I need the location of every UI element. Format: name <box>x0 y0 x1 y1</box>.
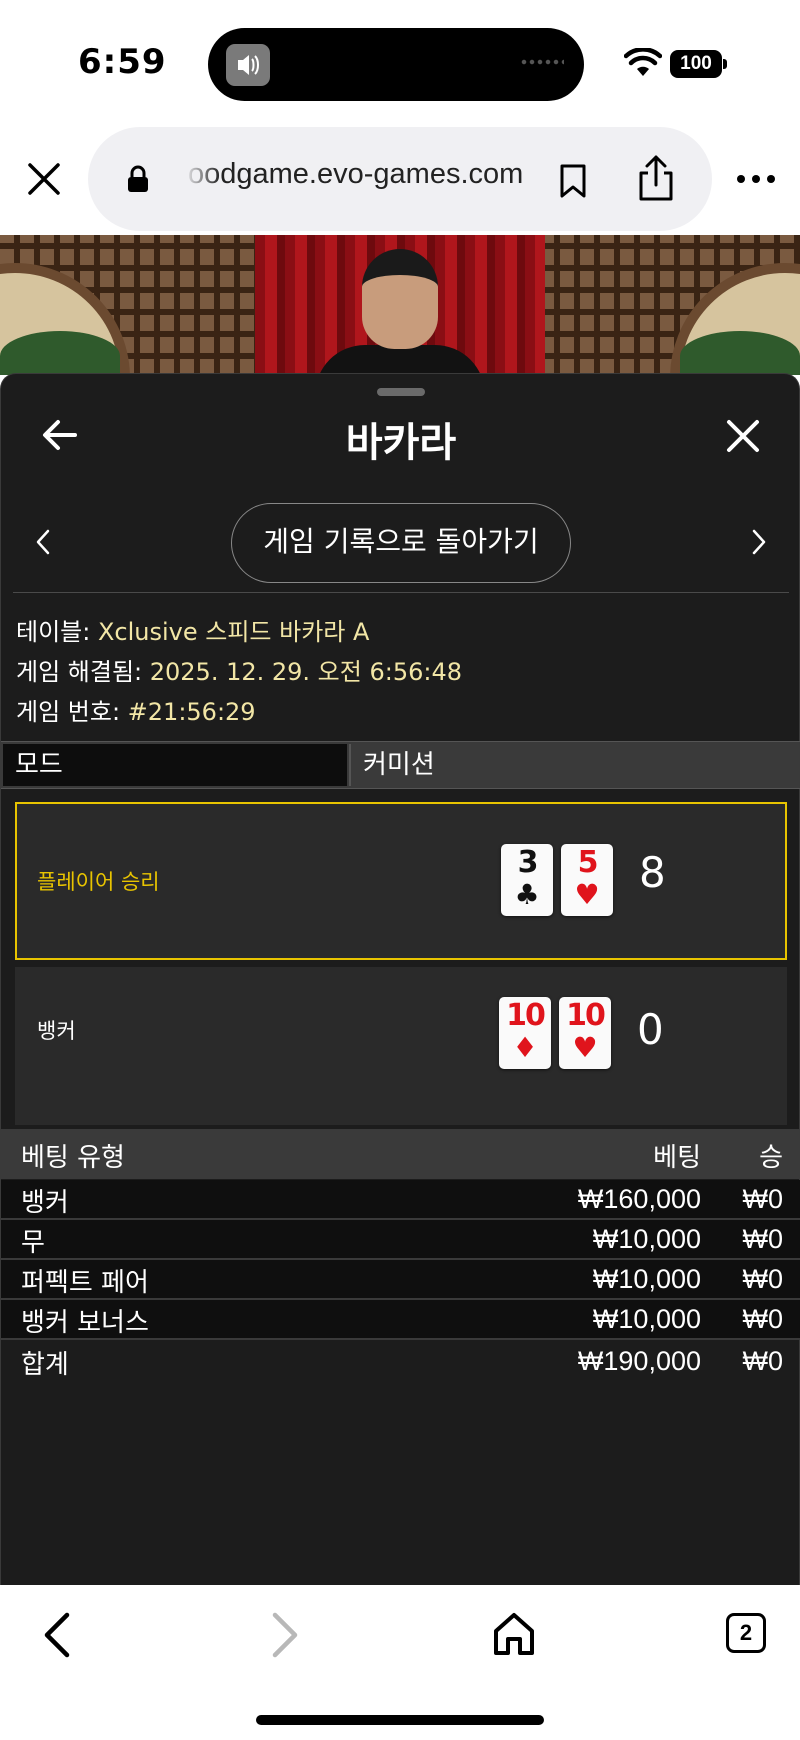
tabs-icon[interactable]: 2 <box>726 1613 766 1653</box>
player-card-2: 5 ♥ <box>561 844 613 916</box>
bet-type: 뱅커 보너스 <box>21 1308 149 1338</box>
share-icon[interactable] <box>636 153 676 203</box>
bet-amount: ₩10,000 <box>592 1224 701 1254</box>
wifi-icon <box>624 48 662 76</box>
indicator-dots <box>520 58 564 66</box>
banker-result-row: 뱅커 10 ♦ 10 ♥ 0 <box>15 967 787 1125</box>
chevron-left-icon[interactable] <box>35 528 51 556</box>
diamond-suit-icon: ♦ <box>512 1031 538 1064</box>
tab-commission[interactable]: 커미션 <box>349 744 799 786</box>
mode-tabs: 모드 커미션 <box>1 741 800 789</box>
status-time: 6:59 <box>78 42 167 82</box>
speaker-icon <box>226 44 270 86</box>
bet-amount: ₩10,000 <box>592 1304 701 1334</box>
forward-icon[interactable] <box>268 1611 302 1659</box>
table-value: Xclusive 스피드 바카라 A <box>97 618 370 646</box>
dynamic-island <box>208 28 584 101</box>
header-bet-type: 베팅 유형 <box>21 1143 125 1173</box>
total-row: 합계 ₩190,000 ₩0 <box>1 1340 800 1384</box>
player-result-label: 플레이어 승리 <box>37 870 160 894</box>
table-label: 테이블: <box>16 618 98 646</box>
player-result-row: 플레이어 승리 3 ♣ 5 ♥ 8 <box>15 802 787 960</box>
table-row: 무 ₩10,000 ₩0 <box>1 1220 800 1260</box>
banker-result-label: 뱅커 <box>37 1019 76 1043</box>
sheet-grabber[interactable] <box>377 388 425 396</box>
bonsai-right <box>680 331 800 375</box>
banker-card-2: 10 ♥ <box>559 997 611 1069</box>
browser-top-bar: oodgame.evo-games.com <box>0 125 800 235</box>
win-amount: ₩0 <box>742 1224 784 1254</box>
bet-type: 퍼펙트 페어 <box>21 1268 149 1298</box>
card-rank: 10 <box>506 998 546 1033</box>
table-row: 뱅커 보너스 ₩10,000 ₩0 <box>1 1300 800 1340</box>
dealer-head <box>362 249 438 349</box>
card-rank: 5 <box>577 845 599 880</box>
heart-suit-icon: ♥ <box>574 878 600 911</box>
resolved-label: 게임 해결됨: <box>16 658 150 686</box>
live-video <box>0 235 800 375</box>
dealer <box>315 249 485 375</box>
sheet-title: 바카라 <box>345 420 457 466</box>
win-amount: ₩0 <box>742 1264 784 1294</box>
bet-type: 뱅커 <box>21 1188 69 1218</box>
table-info: 테이블: Xclusive 스피드 바카라 A <box>16 612 369 647</box>
game-number-value: #21:56:29 <box>127 698 256 726</box>
game-detail-sheet: 바카라 게임 기록으로 돌아가기 테이블: Xclusive 스피드 바카라 A… <box>0 373 800 1585</box>
close-icon[interactable] <box>22 157 66 201</box>
game-number-info: 게임 번호: #21:56:29 <box>16 692 256 727</box>
bonsai-left <box>0 331 120 375</box>
battery-indicator: 100 <box>670 50 722 78</box>
total-label: 합계 <box>21 1350 69 1380</box>
player-score: 8 <box>639 848 666 897</box>
address-bar[interactable]: oodgame.evo-games.com <box>88 127 712 231</box>
game-number-label: 게임 번호: <box>16 698 128 726</box>
header-bet-amount: 베팅 <box>653 1143 701 1173</box>
home-icon[interactable] <box>492 1611 536 1657</box>
player-card-1: 3 ♣ <box>501 844 553 916</box>
heart-suit-icon: ♥ <box>572 1031 598 1064</box>
card-rank: 10 <box>566 998 606 1033</box>
bets-table-header: 베팅 유형 베팅 승 <box>1 1129 800 1179</box>
total-bet: ₩190,000 <box>577 1346 701 1376</box>
battery-cap <box>723 59 727 69</box>
bet-amount: ₩10,000 <box>592 1264 701 1294</box>
header-win: 승 <box>759 1143 783 1173</box>
table-row: 뱅커 ₩160,000 ₩0 <box>1 1180 800 1220</box>
divider <box>13 592 789 593</box>
total-win: ₩0 <box>742 1346 784 1376</box>
url-fade <box>184 155 220 199</box>
chevron-right-icon[interactable] <box>751 528 767 556</box>
bet-type: 무 <box>21 1228 45 1258</box>
more-icon[interactable] <box>736 173 776 185</box>
resolved-info: 게임 해결됨: 2025. 12. 29. 오전 6:56:48 <box>16 652 462 687</box>
table-row: 퍼펙트 페어 ₩10,000 ₩0 <box>1 1260 800 1300</box>
card-rank: 3 <box>517 845 539 880</box>
back-icon[interactable] <box>40 1611 74 1659</box>
home-indicator <box>256 1715 544 1725</box>
close-icon[interactable] <box>725 418 761 454</box>
bet-amount: ₩160,000 <box>577 1184 701 1214</box>
status-bar: 6:59 100 <box>0 0 800 125</box>
url-text[interactable]: oodgame.evo-games.com <box>188 158 523 191</box>
win-amount: ₩0 <box>742 1304 784 1334</box>
banker-card-1: 10 ♦ <box>499 997 551 1069</box>
club-suit-icon: ♣ <box>514 878 540 911</box>
banker-score: 0 <box>637 1005 664 1054</box>
win-amount: ₩0 <box>742 1184 784 1214</box>
browser-bottom-toolbar: 2 <box>0 1585 800 1740</box>
tab-mode[interactable]: 모드 <box>3 744 347 786</box>
lock-icon <box>128 165 148 192</box>
back-to-history-button[interactable]: 게임 기록으로 돌아가기 <box>231 503 571 583</box>
bookmark-icon[interactable] <box>558 163 588 199</box>
resolved-value: 2025. 12. 29. 오전 6:56:48 <box>149 658 462 686</box>
